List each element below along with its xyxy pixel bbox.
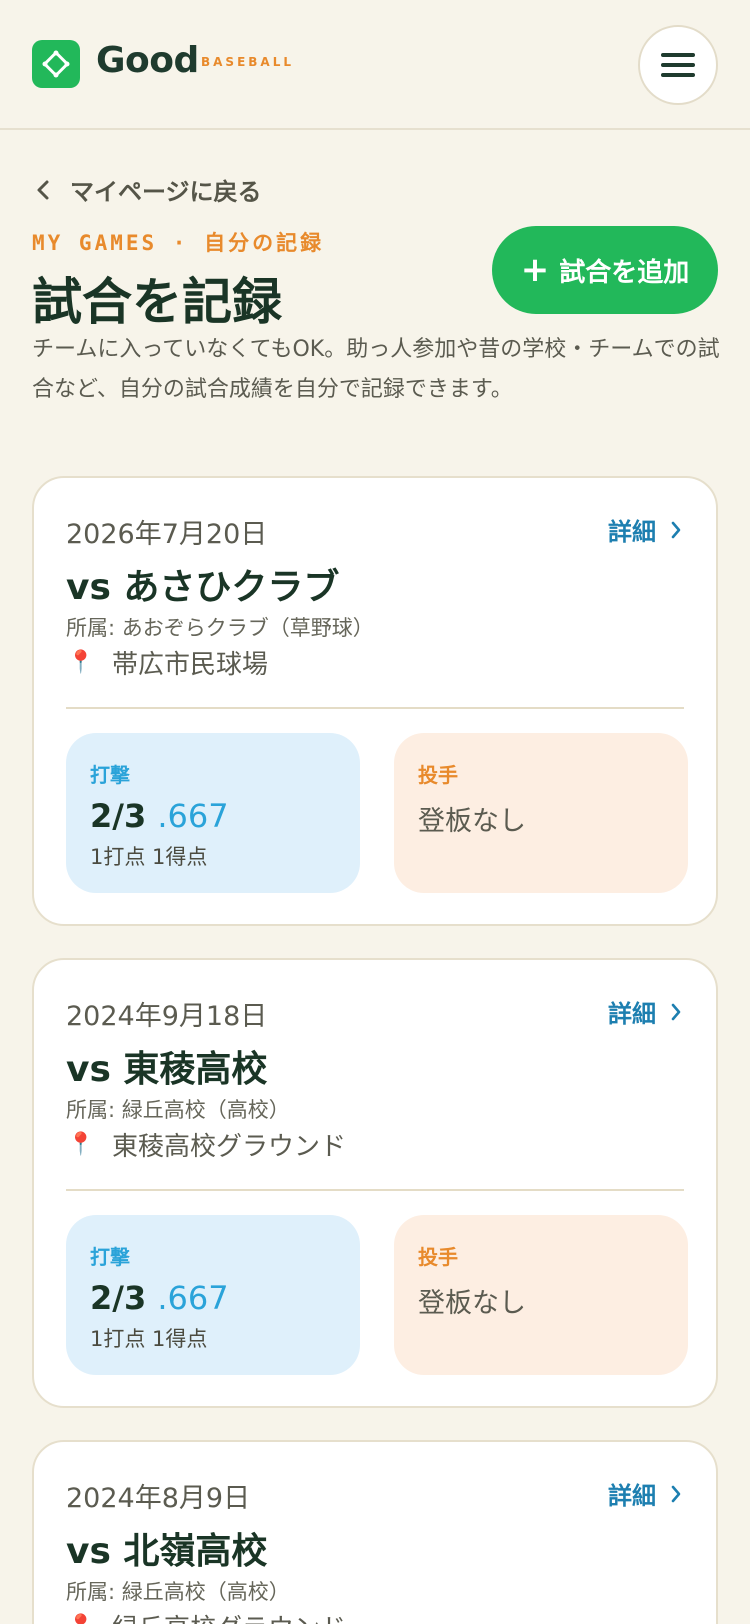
detail-label: 詳細 bbox=[608, 518, 656, 546]
batting-stats: 打撃 2/3 .667 1打点 1得点 bbox=[66, 1215, 360, 1375]
opponent-name: vs あさひクラブ bbox=[66, 567, 340, 608]
detail-label: 詳細 bbox=[608, 1482, 656, 1510]
pitching-stats: 投手 登板なし bbox=[394, 1215, 688, 1375]
back-link[interactable]: マイページに戻る bbox=[36, 172, 262, 207]
pitching-stats: 投手 登板なし bbox=[394, 733, 688, 893]
batting-result: 2/3 .667 bbox=[90, 1279, 229, 1317]
venue: 📍 帯広市民球場 bbox=[66, 644, 268, 681]
chevron-right-icon bbox=[671, 1003, 681, 1020]
logo-text[interactable]: Good bbox=[96, 40, 199, 81]
detail-link[interactable]: 詳細 bbox=[608, 512, 682, 547]
venue: 📍 東稜高校グラウンド bbox=[66, 1126, 346, 1163]
pitching-label: 投手 bbox=[418, 763, 458, 787]
add-game-button[interactable]: + 試合を追加 bbox=[492, 226, 718, 314]
menu-button[interactable] bbox=[638, 25, 718, 105]
batting-stats: 打撃 2/3 .667 1打点 1得点 bbox=[66, 733, 360, 893]
location-pin-icon: 📍 bbox=[67, 1132, 95, 1157]
chevron-right-icon bbox=[671, 521, 681, 538]
chevron-left-icon bbox=[37, 180, 49, 199]
venue-name: 帯広市民球場 bbox=[112, 650, 269, 680]
team-affiliation: 所属: 緑丘高校（高校） bbox=[66, 1098, 290, 1122]
logo-subtitle: BASEBALL bbox=[201, 55, 294, 69]
game-date: 2026年7月20日 bbox=[66, 519, 268, 550]
divider bbox=[66, 1189, 684, 1191]
app-header: Good BASEBALL bbox=[0, 0, 750, 130]
batting-average: .667 bbox=[157, 1279, 229, 1317]
venue-name: 緑丘高校グラウンド bbox=[112, 1608, 346, 1624]
batting-label: 打撃 bbox=[90, 763, 130, 787]
diamond-logo-icon[interactable] bbox=[32, 40, 80, 88]
detail-link[interactable]: 詳細 bbox=[608, 994, 682, 1029]
location-pin-icon: 📍 bbox=[67, 650, 95, 675]
batting-average: .667 bbox=[157, 797, 229, 835]
detail-link[interactable]: 詳細 bbox=[608, 1476, 682, 1511]
page-description: チームに入っていなくてもOK。助っ人参加や昔の学校・チームでの試合など、自分の試… bbox=[32, 337, 720, 402]
hamburger-icon bbox=[661, 53, 695, 57]
rbi-runs: 1打点 1得点 bbox=[90, 1327, 208, 1351]
venue-name: 東稜高校グラウンド bbox=[112, 1132, 347, 1162]
game-card: 2024年9月18日 詳細 vs 東稜高校 所属: 緑丘高校（高校） 📍 東稜高… bbox=[32, 958, 718, 1408]
team-affiliation: 所属: あおぞらクラブ（草野球） bbox=[66, 616, 374, 640]
back-link-label: マイページに戻る bbox=[70, 178, 262, 206]
game-date: 2024年8月9日 bbox=[66, 1483, 251, 1514]
chevron-right-icon bbox=[671, 1485, 681, 1502]
opponent-name: vs 東稜高校 bbox=[66, 1049, 268, 1090]
opponent-name: vs 北嶺高校 bbox=[66, 1531, 268, 1572]
location-pin-icon: 📍 bbox=[66, 1614, 96, 1624]
team-affiliation: 所属: 緑丘高校（高校） bbox=[66, 1580, 290, 1604]
batting-result: 2/3 .667 bbox=[90, 797, 229, 835]
batting-label: 打撃 bbox=[90, 1245, 130, 1269]
page-eyebrow: MY GAMES · 自分の記録 bbox=[32, 231, 325, 255]
detail-label: 詳細 bbox=[608, 1000, 656, 1028]
pitching-result: 登板なし bbox=[418, 806, 526, 837]
venue: 📍 緑丘高校グラウンド bbox=[66, 1608, 346, 1624]
game-card: 2026年7月20日 詳細 vs あさひクラブ 所属: あおぞらクラブ（草野球）… bbox=[32, 476, 718, 926]
game-date: 2024年9月18日 bbox=[66, 1001, 268, 1032]
pitching-label: 投手 bbox=[418, 1245, 458, 1269]
page-title: 試合を記録 bbox=[32, 273, 282, 331]
divider bbox=[66, 707, 684, 709]
game-card: 2024年8月9日 詳細 vs 北嶺高校 所属: 緑丘高校（高校） 📍 緑丘高校… bbox=[32, 1440, 718, 1624]
rbi-runs: 1打点 1得点 bbox=[90, 845, 208, 869]
plus-icon: + bbox=[520, 250, 550, 290]
add-game-label: 試合を追加 bbox=[559, 257, 690, 288]
pitching-result: 登板なし bbox=[418, 1288, 526, 1319]
